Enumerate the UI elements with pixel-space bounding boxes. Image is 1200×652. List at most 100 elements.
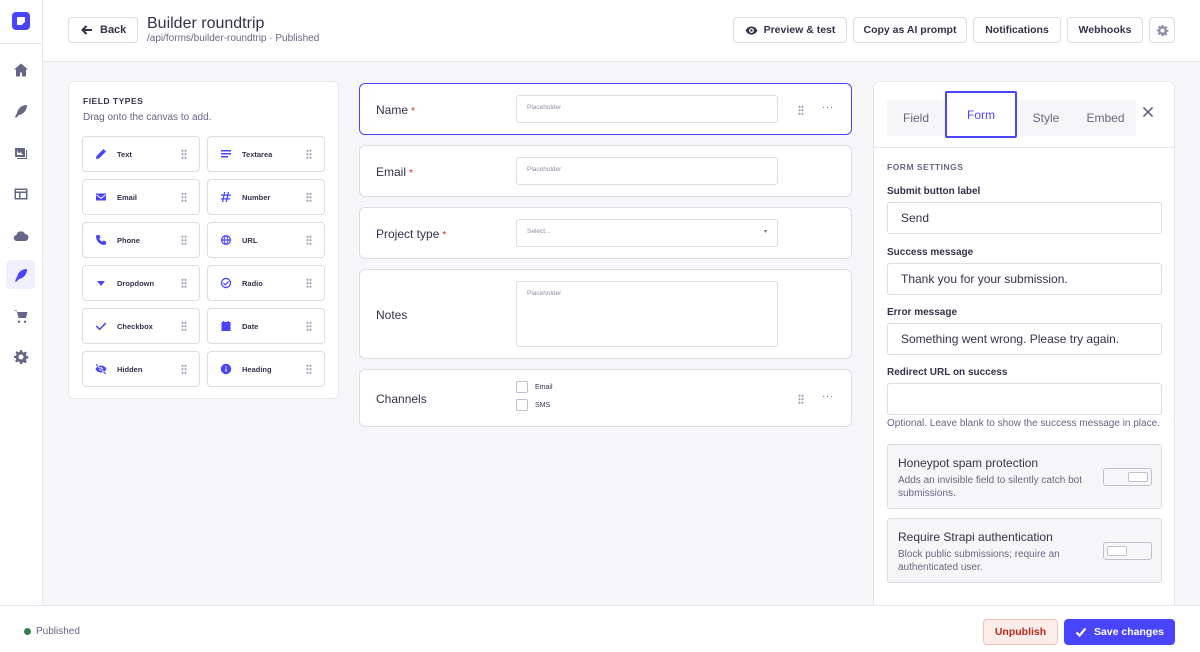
nav-forms[interactable]: [6, 260, 35, 289]
field-type-radio[interactable]: Radio: [207, 265, 325, 301]
app-logo[interactable]: [12, 12, 30, 30]
canvas-field-email[interactable]: Email * Placeholder: [359, 145, 852, 197]
drag-handle-icon[interactable]: [306, 278, 312, 288]
page-title: Builder roundtrip: [147, 15, 265, 32]
status-dot: [24, 628, 31, 635]
field-type-phone[interactable]: Phone: [82, 222, 200, 258]
pencil-icon: [96, 149, 106, 159]
field-type-date[interactable]: Date: [207, 308, 325, 344]
field-type-label: Hidden: [117, 364, 143, 374]
field-preview-input[interactable]: Placeholder: [516, 157, 778, 185]
tab-embed[interactable]: Embed: [1075, 100, 1136, 136]
canvas-field-notes[interactable]: Notes Placeholder: [359, 269, 852, 359]
globe-icon: [221, 235, 231, 245]
option-title: Require Strapi authentication: [898, 530, 1053, 544]
nav-shop[interactable]: [6, 301, 35, 330]
field-type-hidden[interactable]: Hidden: [82, 351, 200, 387]
field-type-url[interactable]: URL: [207, 222, 325, 258]
checkbox-option[interactable]: SMS: [516, 399, 550, 411]
drag-handle-icon[interactable]: [181, 321, 187, 331]
drag-handle-icon[interactable]: [798, 394, 804, 404]
home-icon: [13, 63, 28, 76]
notifications-button[interactable]: Notifications: [973, 17, 1061, 43]
checkbox-label: Email: [535, 383, 553, 391]
settings-panel: Field Style Embed Form FORM SETTINGS Sub…: [873, 81, 1175, 605]
field-type-checkbox[interactable]: Checkbox: [82, 308, 200, 344]
field-type-number[interactable]: Number: [207, 179, 325, 215]
required-marker: *: [409, 168, 413, 179]
back-label: Back: [100, 24, 127, 36]
checkbox[interactable]: [516, 381, 528, 393]
drag-handle-icon[interactable]: [181, 192, 187, 202]
tab-style[interactable]: Style: [1017, 100, 1075, 136]
footer-bar: Published Unpublish Save changes: [0, 605, 1200, 652]
nav-content-builder[interactable]: [6, 96, 35, 125]
more-options-icon[interactable]: ···: [822, 102, 834, 113]
field-preview-select[interactable]: Select... ▾: [516, 219, 778, 247]
checkbox-option[interactable]: Email: [516, 381, 553, 393]
success-message-input[interactable]: Thank you for your submission.: [887, 263, 1162, 295]
nav-settings[interactable]: [6, 342, 35, 371]
webhooks-button[interactable]: Webhooks: [1067, 17, 1143, 43]
honeypot-option: Honeypot spam protection Adds an invisib…: [887, 444, 1162, 509]
field-type-label: Text: [117, 149, 132, 159]
notifications-label: Notifications: [985, 24, 1049, 36]
envelope-icon: [96, 193, 106, 201]
submit-label-label: Submit button label: [887, 186, 981, 197]
copy-prompt-label: Copy as AI prompt: [863, 24, 957, 36]
canvas-field-project-type[interactable]: Project type * Select... ▾: [359, 207, 852, 259]
drag-handle-icon[interactable]: [181, 235, 187, 245]
field-type-text[interactable]: Text: [82, 136, 200, 172]
drag-handle-icon[interactable]: [181, 149, 187, 159]
canvas-field-channels[interactable]: Channels Email SMS ···: [359, 369, 852, 427]
phone-icon: [96, 235, 106, 245]
success-message-label: Success message: [887, 247, 974, 258]
eye-icon: [745, 25, 757, 35]
close-panel-button[interactable]: [1142, 105, 1156, 119]
copy-ai-prompt-button[interactable]: Copy as AI prompt: [853, 17, 967, 43]
drag-handle-icon[interactable]: [181, 364, 187, 374]
nav-media[interactable]: [6, 138, 35, 167]
more-options-icon[interactable]: ···: [822, 391, 834, 402]
field-type-heading[interactable]: Heading: [207, 351, 325, 387]
submit-label-input[interactable]: Send: [887, 202, 1162, 234]
drag-handle-icon[interactable]: [306, 192, 312, 202]
drag-handle-icon[interactable]: [306, 149, 312, 159]
field-type-label: Checkbox: [117, 321, 153, 331]
field-label: Channels: [376, 392, 427, 406]
nav-layout[interactable]: [6, 179, 35, 208]
header-settings-button[interactable]: [1149, 17, 1175, 43]
field-type-dropdown[interactable]: Dropdown: [82, 265, 200, 301]
drag-handle-icon[interactable]: [798, 105, 804, 115]
error-message-input[interactable]: Something went wrong. Please try again.: [887, 323, 1162, 355]
drag-handle-icon[interactable]: [306, 321, 312, 331]
honeypot-toggle[interactable]: [1103, 468, 1152, 486]
save-changes-button[interactable]: Save changes: [1064, 619, 1175, 645]
strapi-auth-toggle[interactable]: [1103, 542, 1152, 560]
field-preview-input[interactable]: Placeholder: [516, 95, 778, 123]
field-label: Notes: [376, 308, 408, 322]
check-icon: [1075, 627, 1087, 638]
field-preview-textarea[interactable]: Placeholder: [516, 281, 778, 347]
field-label: Name *: [376, 103, 415, 117]
back-button[interactable]: Back: [68, 17, 138, 43]
hash-icon: [221, 192, 231, 202]
unpublish-button[interactable]: Unpublish: [983, 619, 1058, 645]
field-type-textarea[interactable]: Textarea: [207, 136, 325, 172]
nav-cloud[interactable]: [6, 221, 35, 250]
canvas-field-name[interactable]: Name * Placeholder ···: [359, 83, 852, 135]
drag-handle-icon[interactable]: [306, 364, 312, 374]
checkbox[interactable]: [516, 399, 528, 411]
drag-handle-icon[interactable]: [306, 235, 312, 245]
redirect-url-input[interactable]: [887, 383, 1162, 415]
cloud-icon: [13, 230, 28, 241]
cart-icon: [13, 309, 27, 323]
nav-home[interactable]: [6, 55, 35, 84]
field-type-email[interactable]: Email: [82, 179, 200, 215]
redirect-url-hint: Optional. Leave blank to show the succes…: [887, 418, 1160, 429]
tab-field[interactable]: Field: [887, 100, 945, 136]
drag-handle-icon[interactable]: [181, 278, 187, 288]
preview-test-button[interactable]: Preview & test: [733, 17, 847, 43]
tab-form[interactable]: Form: [945, 91, 1017, 138]
field-type-label: Phone: [117, 235, 140, 245]
